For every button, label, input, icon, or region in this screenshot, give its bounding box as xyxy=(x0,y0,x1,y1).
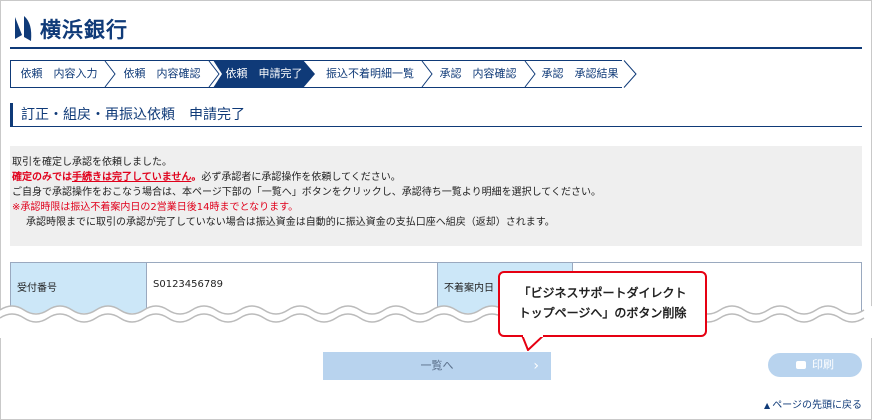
page-top-label: ページの先頭に戻る xyxy=(772,400,862,411)
bank-name: 横浜銀行 xyxy=(40,18,128,42)
step-approval-result: 承認 承認結果 xyxy=(541,67,619,80)
progress-steps: 依頼 内容入力 依頼 内容確認 依頼 申請完了 振込不着明細一覧 承認 内容確認… xyxy=(10,60,862,88)
print-label: 印刷 xyxy=(812,358,834,371)
notice-line-3: ご自身で承認操作をおこなう場合は、本ページ下部の「一覧へ」ボタンをクリックし、承… xyxy=(12,187,601,198)
triangle-up-icon: ▲ xyxy=(764,401,771,410)
step-complete-active: 依頼 申請完了 xyxy=(225,67,303,80)
printer-icon xyxy=(796,361,806,369)
page-top-link[interactable]: ▲ ページの先頭に戻る xyxy=(764,396,862,411)
bank-logo[interactable]: 横浜銀行 xyxy=(12,14,128,44)
callout-line-2: トップページへ」のボタン削除 xyxy=(518,306,687,320)
step-input: 依頼 内容入力 xyxy=(20,67,98,80)
step-approval-confirm: 承認 内容確認 xyxy=(439,67,517,80)
to-list-button[interactable]: 一覧へ › xyxy=(323,352,551,380)
page-title: 訂正・組戻・再振込依頼 申請完了 xyxy=(10,103,862,127)
notice-warning-underline: 手続きは完了していません xyxy=(72,172,192,183)
step-confirm: 依頼 内容確認 xyxy=(123,67,201,80)
notice-warning-b: 。 xyxy=(191,172,202,183)
notice-line-4: ※承認時限は振込不着案内日の2営業日後14時までとなります。 xyxy=(12,202,299,213)
print-button[interactable]: 印刷 xyxy=(768,353,862,377)
step-undelivered-list: 振込不着明細一覧 xyxy=(326,67,414,80)
logo-sail-icon xyxy=(15,16,32,41)
deletion-callout: 「ビジネスサポートダイレクト トップページへ」のボタン削除 xyxy=(498,271,707,337)
callout-line-1: 「ビジネスサポートダイレクト xyxy=(518,286,687,300)
notice-line-2: 確定のみでは手続きは完了していません。必ず承認者に承認操作を依頼してください。 xyxy=(12,170,862,185)
notice-warning-rest: 必ず承認者に承認操作を依頼してください。 xyxy=(201,172,401,183)
notice-box: 取引を確定し承認を依頼しました。 確定のみでは手続きは完了していません。必ず承認… xyxy=(10,146,862,246)
notice-warning-a: 確定のみでは xyxy=(12,172,72,183)
notice-line-1: 取引を確定し承認を依頼しました。 xyxy=(12,157,172,168)
callout-tail xyxy=(521,335,545,351)
header-divider xyxy=(10,47,862,49)
to-list-label: 一覧へ xyxy=(420,359,454,372)
page-title-text: 訂正・組戻・再振込依頼 申請完了 xyxy=(21,107,245,123)
chevron-right-icon: › xyxy=(533,358,539,374)
notice-line-5: 承認時限までに取引の承認が完了していない場合は振込資金は自動的に振込資金の支払口… xyxy=(26,217,555,228)
cut-wave-divider xyxy=(0,305,872,338)
